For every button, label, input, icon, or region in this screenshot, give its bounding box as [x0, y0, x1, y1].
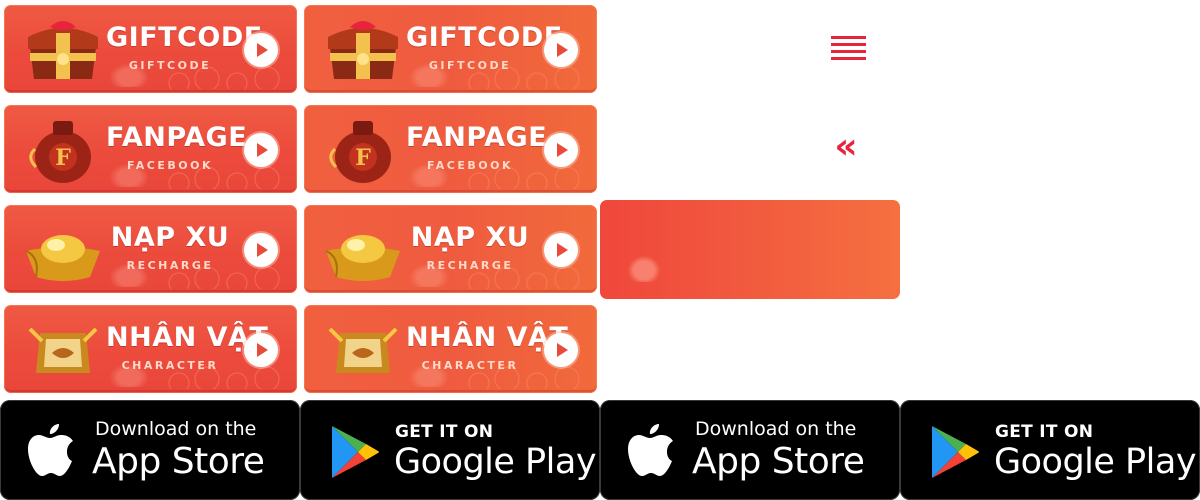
button-title: FANPAGE — [106, 122, 248, 153]
blank-banner — [600, 200, 900, 299]
google-play-badge[interactable]: GET IT ON Google Play — [900, 400, 1200, 500]
apple-icon — [26, 422, 76, 478]
button-title: GIFTCODE — [406, 22, 563, 53]
store-name: App Store — [92, 441, 265, 482]
play-icon — [244, 233, 278, 267]
button-subtitle: CHARACTER — [121, 359, 219, 372]
play-icon — [544, 333, 578, 367]
character-emblem-icon — [320, 313, 406, 387]
google-play-badge[interactable]: GET IT ON Google Play — [300, 400, 600, 500]
svg-text:F: F — [355, 145, 371, 171]
button-subtitle: CHARACTER — [421, 359, 519, 372]
gourd-jar-icon: F — [20, 113, 106, 187]
apple-icon — [626, 422, 676, 478]
gourd-jar-icon: F — [320, 113, 406, 187]
gold-ingot-icon — [320, 213, 406, 287]
google-play-icon — [928, 424, 980, 480]
recharge-button[interactable]: NẠP XU RECHARGE — [4, 205, 297, 293]
google-play-icon — [328, 424, 380, 480]
gift-chest-icon — [20, 13, 106, 87]
button-title: GIFTCODE — [106, 22, 263, 53]
store-caption: Download on the — [695, 418, 857, 440]
character-emblem-icon — [20, 313, 106, 387]
fanpage-button-hover[interactable]: F FANPAGE FACEBOOK — [304, 105, 597, 193]
play-icon — [544, 133, 578, 167]
lotus-decoration — [628, 256, 660, 282]
button-title: NHÂN VẬT — [406, 322, 569, 353]
store-caption: Download on the — [95, 418, 257, 440]
play-icon — [244, 333, 278, 367]
button-subtitle: RECHARGE — [426, 259, 514, 272]
giftcode-button-hover[interactable]: GIFTCODE GIFTCODE — [304, 5, 597, 93]
button-title: NẠP XU — [110, 222, 230, 253]
double-chevron-left-icon[interactable]: « — [826, 126, 866, 168]
app-store-badge[interactable]: Download on the App Store — [600, 400, 900, 500]
button-subtitle: FACEBOOK — [127, 159, 213, 172]
button-title: NẠP XU — [410, 222, 530, 253]
store-name: Google Play — [994, 442, 1197, 482]
svg-text:F: F — [55, 145, 71, 171]
play-icon — [244, 133, 278, 167]
gold-ingot-icon — [20, 213, 106, 287]
play-icon — [544, 233, 578, 267]
hamburger-menu-icon[interactable] — [831, 36, 866, 61]
play-icon — [244, 33, 278, 67]
play-icon — [544, 33, 578, 67]
store-name: App Store — [692, 441, 865, 482]
button-title: FANPAGE — [406, 122, 548, 153]
button-subtitle: RECHARGE — [126, 259, 214, 272]
character-button-hover[interactable]: NHÂN VẬT CHARACTER — [304, 305, 597, 393]
giftcode-button[interactable]: GIFTCODE GIFTCODE — [4, 5, 297, 93]
store-name: Google Play — [394, 442, 597, 482]
gift-chest-icon — [320, 13, 406, 87]
button-subtitle: FACEBOOK — [427, 159, 513, 172]
recharge-button-hover[interactable]: NẠP XU RECHARGE — [304, 205, 597, 293]
button-title: NHÂN VẬT — [106, 322, 269, 353]
button-subtitle: GIFTCODE — [128, 59, 212, 72]
app-store-badge[interactable]: Download on the App Store — [0, 400, 300, 500]
fanpage-button[interactable]: F FANPAGE FACEBOOK — [4, 105, 297, 193]
character-button[interactable]: NHÂN VẬT CHARACTER — [4, 305, 297, 393]
button-subtitle: GIFTCODE — [428, 59, 512, 72]
